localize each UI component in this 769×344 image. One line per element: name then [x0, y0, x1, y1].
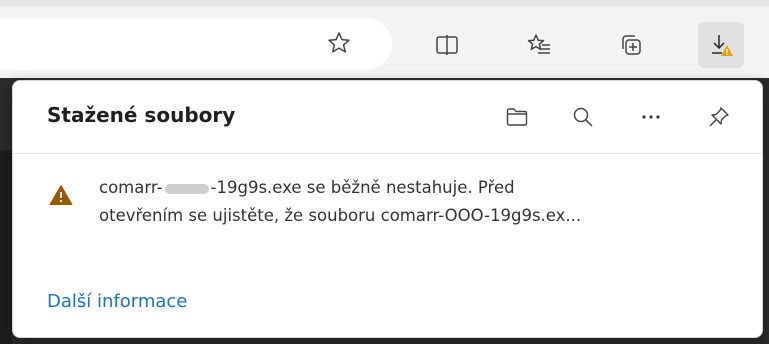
pin-icon	[709, 107, 729, 127]
more-info-link[interactable]: Další informace	[47, 291, 187, 312]
flyout-header: Stažené soubory	[13, 81, 762, 153]
filename-prefix: comarr-	[99, 178, 163, 197]
favorite-star-icon	[328, 32, 350, 53]
favorite-star-button[interactable]	[316, 20, 362, 66]
browser-toolbar	[0, 0, 769, 78]
message-line-1-rest: -19g9s.exe se běžně nestahuje. Před	[210, 178, 515, 197]
message-line-1: comarr- -19g9s.exe se běžně nestahuje. Př…	[99, 174, 749, 202]
warning-icon	[49, 185, 73, 205]
search-downloads-button[interactable]	[565, 99, 601, 135]
collections-button[interactable]	[608, 22, 654, 68]
split-screen-icon	[436, 35, 458, 55]
open-folder-button[interactable]	[499, 99, 535, 135]
downloads-button[interactable]	[698, 22, 744, 68]
more-icon	[642, 115, 660, 119]
search-icon	[573, 107, 593, 127]
download-warning-message: comarr- -19g9s.exe se běžně nestahuje. Př…	[99, 174, 749, 230]
split-screen-button[interactable]	[424, 22, 470, 68]
message-line-2: otevřením se ujistěte, že souboru comarr…	[99, 206, 582, 225]
download-item[interactable]: comarr- -19g9s.exe se běžně nestahuje. Př…	[13, 154, 762, 264]
downloads-flyout: Stažené soubory comarr- -19g9s.exe se bě…	[12, 80, 763, 338]
pin-button[interactable]	[701, 99, 737, 135]
favorites-button[interactable]	[516, 22, 562, 68]
collections-icon	[622, 35, 641, 55]
more-options-button[interactable]	[633, 99, 669, 135]
page-content-strip	[0, 150, 12, 344]
downloads-warning-icon	[712, 35, 733, 56]
favorites-list-icon	[527, 34, 550, 54]
folder-icon	[506, 108, 528, 126]
redacted-filename-part	[164, 183, 209, 194]
address-bar[interactable]	[0, 18, 392, 70]
flyout-title: Stažené soubory	[47, 103, 236, 127]
